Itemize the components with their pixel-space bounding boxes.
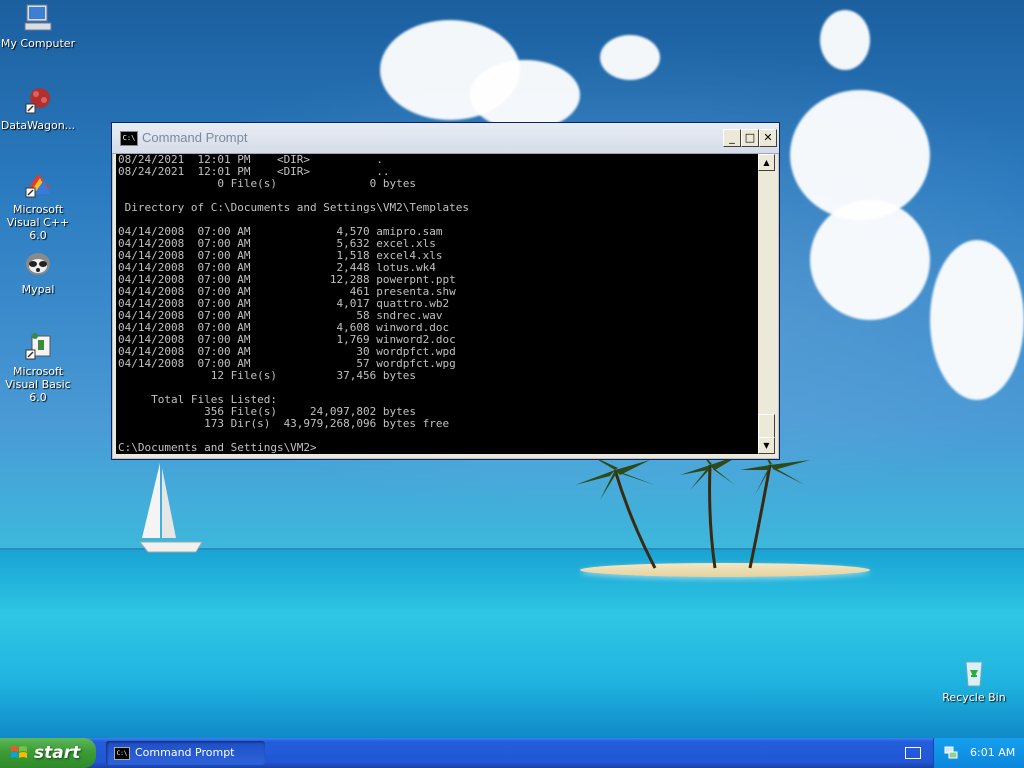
vertical-scrollbar[interactable]: ▲ ▼ bbox=[758, 154, 775, 454]
taskbar: start C:\ Command Prompt 6:01 AM bbox=[0, 738, 1024, 768]
taskbar-item-label: Command Prompt bbox=[135, 746, 235, 759]
desktop-icon-visual-cpp[interactable]: Microsoft Visual C++ 6.0 bbox=[0, 168, 78, 242]
maximize-button[interactable]: □ bbox=[741, 129, 759, 147]
minimize-button[interactable]: _ bbox=[723, 129, 741, 147]
mypal-icon bbox=[22, 248, 54, 280]
desktop-icon-label: Microsoft Visual C++ 6.0 bbox=[6, 203, 70, 242]
start-button[interactable]: start bbox=[0, 738, 96, 768]
scroll-thumb[interactable] bbox=[758, 414, 775, 438]
visual-basic-icon bbox=[22, 330, 54, 362]
cmd-icon: C:\ bbox=[114, 747, 130, 760]
start-label: start bbox=[34, 743, 81, 763]
windows-flag-icon bbox=[11, 746, 27, 758]
console-text: 08/24/2021 12:01 PM <DIR> . 08/24/2021 1… bbox=[118, 154, 469, 454]
wallpaper-cloud bbox=[930, 240, 1024, 400]
desktop-icon-datawagon[interactable]: DataWagon... bbox=[0, 84, 78, 132]
desktop-icon-visual-basic[interactable]: Microsoft Visual Basic 6.0 bbox=[0, 330, 78, 404]
scroll-down-button[interactable]: ▼ bbox=[758, 437, 775, 454]
clock: 6:01 AM bbox=[970, 746, 1016, 759]
console-output[interactable]: 08/24/2021 12:01 PM <DIR> . 08/24/2021 1… bbox=[116, 154, 758, 454]
datawagon-icon bbox=[22, 84, 54, 116]
desktop-icon-label: Microsoft Visual Basic 6.0 bbox=[5, 365, 71, 404]
cmd-icon: C:\ bbox=[120, 131, 138, 146]
taskbar-item-command-prompt[interactable]: C:\ Command Prompt bbox=[106, 741, 265, 765]
visual-cpp-icon bbox=[22, 168, 54, 200]
wallpaper-cloud bbox=[810, 200, 930, 320]
wallpaper-sea bbox=[0, 550, 1024, 738]
wallpaper-cloud bbox=[470, 60, 580, 130]
desktop-icon-my-computer[interactable]: My Computer bbox=[0, 2, 78, 50]
desktop-icon-mypal[interactable]: Mypal bbox=[0, 248, 78, 296]
window-title: Command Prompt bbox=[142, 130, 248, 145]
wallpaper-cloud bbox=[820, 10, 870, 70]
scroll-up-button[interactable]: ▲ bbox=[758, 154, 775, 171]
keyboard-icon[interactable] bbox=[905, 747, 921, 759]
window-titlebar[interactable]: C:\ Command Prompt _ □ ✕ bbox=[112, 123, 779, 154]
my-computer-icon bbox=[22, 2, 54, 34]
network-icon[interactable] bbox=[944, 746, 958, 759]
desktop-icon-recycle-bin[interactable]: Recycle Bin bbox=[934, 656, 1014, 704]
wallpaper-palm-trees bbox=[575, 445, 810, 569]
command-prompt-window[interactable]: C:\ Command Prompt _ □ ✕ 08/24/2021 12:0… bbox=[111, 122, 780, 460]
recycle-bin-icon bbox=[958, 656, 990, 688]
wallpaper-cloud bbox=[600, 35, 660, 80]
desktop-icon-label: DataWagon... bbox=[0, 119, 76, 132]
close-button[interactable]: ✕ bbox=[759, 129, 777, 147]
desktop-icon-label: My Computer bbox=[0, 37, 76, 50]
wallpaper-sailboat bbox=[138, 463, 203, 553]
system-tray: 6:01 AM bbox=[933, 738, 1024, 768]
desktop-icon-label: Recycle Bin bbox=[942, 691, 1006, 704]
desktop-icon-label: Mypal bbox=[21, 283, 55, 296]
